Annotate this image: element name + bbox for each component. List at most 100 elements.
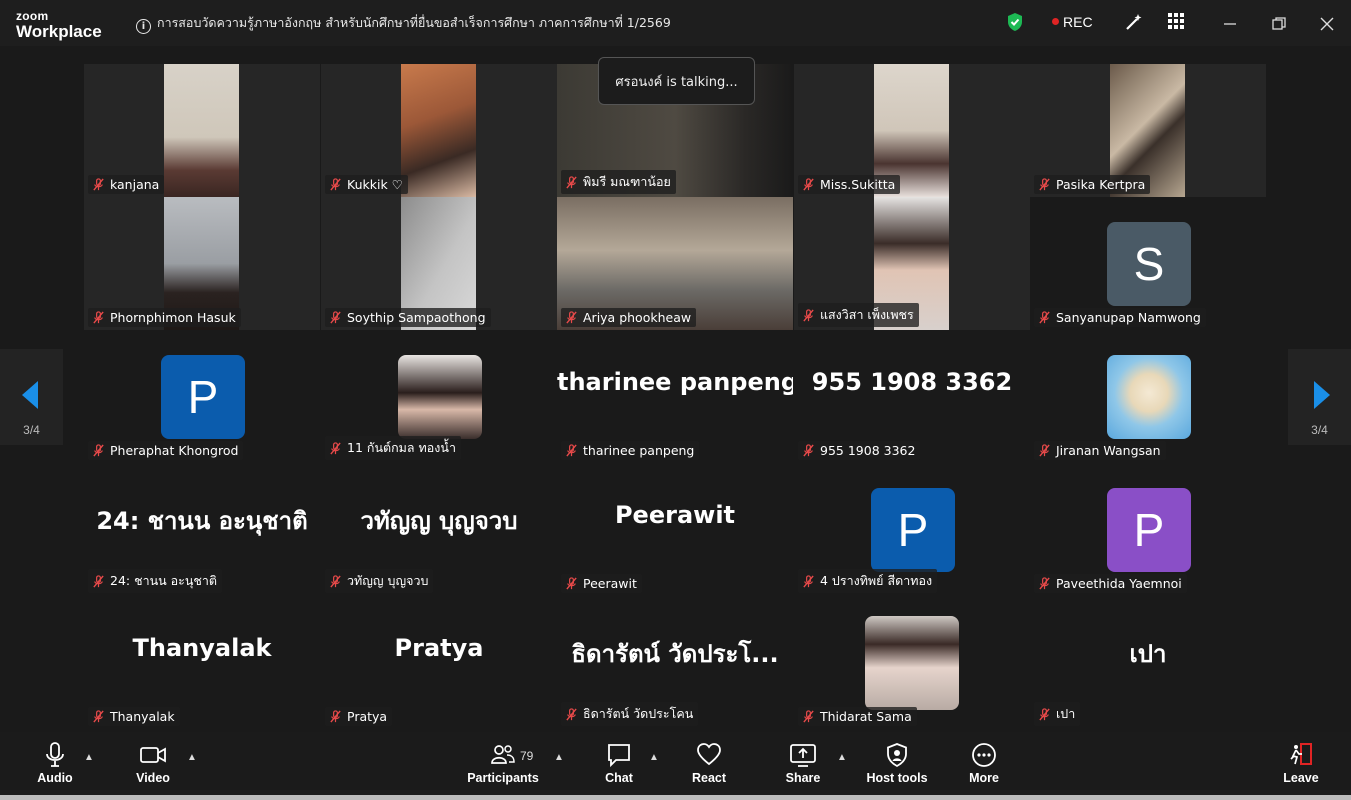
participant-tile[interactable]: Phornphimon Hasuk	[84, 197, 320, 330]
participant-name: 4 ปรางทิพย์ สีดาทอง	[820, 573, 933, 588]
participant-name-tag: Kukkik ♡	[325, 175, 408, 194]
chat-options-caret[interactable]: ▲	[649, 752, 659, 763]
participant-tile[interactable]: Ariya phookheaw	[557, 197, 793, 330]
participant-tile[interactable]: 24: ชานน อะนุชาติ 24: ชานน อะนุชาติ	[84, 463, 320, 596]
participant-tile[interactable]: 11 กันต์กมล ทองน้ำ	[321, 330, 557, 463]
video-button[interactable]: Video	[132, 742, 174, 785]
info-icon[interactable]: i	[136, 19, 151, 34]
page-indicator: 3/4	[23, 423, 40, 437]
participant-tile[interactable]: 955 1908 3362 955 1908 3362	[794, 330, 1030, 463]
participant-tile[interactable]: แสงวิสา เพ็งเพชร	[794, 197, 1030, 330]
mic-muted-icon	[566, 311, 577, 324]
participant-tile[interactable]: P Paveethida Yaemnoi	[1030, 463, 1266, 596]
participant-tile[interactable]: Kukkik ♡	[321, 64, 557, 197]
host-tools-button[interactable]: Host tools	[864, 742, 930, 785]
participant-name: kanjana	[110, 177, 160, 192]
participant-tile[interactable]: Pasika Kertpra	[1030, 64, 1266, 197]
participant-tile[interactable]: P 4 ปรางทิพย์ สีดาทอง	[794, 463, 1030, 596]
participant-name: tharinee panpeng	[583, 443, 695, 458]
mic-muted-icon	[803, 444, 814, 457]
participant-tile[interactable]: S Sanyanupap Namwong	[1030, 197, 1266, 330]
minimize-icon[interactable]	[1222, 16, 1238, 32]
video-options-caret[interactable]: ▲	[187, 752, 197, 763]
participant-video	[164, 64, 239, 197]
participant-tile[interactable]: เปา เปา	[1030, 596, 1266, 729]
participant-tile[interactable]: kanjana	[84, 64, 320, 197]
participant-name: Paveethida Yaemnoi	[1056, 576, 1182, 591]
participant-name-tag: Soythip Sampaothong	[325, 308, 491, 327]
participant-tile[interactable]: Soythip Sampaothong	[321, 197, 557, 330]
participant-name-tag: Jiranan Wangsan	[1034, 441, 1166, 460]
apps-grid-icon[interactable]	[1167, 12, 1185, 30]
magic-wand-icon[interactable]	[1124, 12, 1144, 32]
video-camera-icon	[140, 747, 166, 763]
participant-tile[interactable]: Peerawit Peerawit	[557, 463, 793, 596]
audio-label: Audio	[37, 771, 73, 785]
mic-muted-icon	[330, 710, 341, 723]
participant-name: Kukkik ♡	[347, 177, 403, 192]
participant-name-tag: Pasika Kertpra	[1034, 175, 1151, 194]
window-bottom-edge	[0, 795, 1351, 800]
participant-tile[interactable]: tharinee panpeng tharinee panpeng	[557, 330, 793, 463]
participant-name: 24: ชานน อะนุชาติ	[110, 573, 218, 588]
page-indicator: 3/4	[1311, 423, 1328, 437]
logo-top: zoom	[16, 9, 49, 23]
audio-options-caret[interactable]: ▲	[84, 752, 94, 763]
react-button[interactable]: React	[690, 742, 728, 785]
participant-name: พิมรี มณฑาน้อย	[583, 174, 671, 189]
participant-name-tag: Thanyalak	[88, 707, 180, 726]
more-label: More	[969, 771, 999, 785]
mic-muted-icon	[566, 175, 577, 189]
participant-name: 955 1908 3362	[820, 443, 916, 458]
participant-tile[interactable]: Thanyalak Thanyalak	[84, 596, 320, 729]
mic-muted-icon	[803, 308, 814, 322]
participant-tile[interactable]: Miss.Sukitta	[794, 64, 1030, 197]
share-options-caret[interactable]: ▲	[837, 752, 847, 763]
participant-name-tag: ธิดารัตน์ วัดประโคน	[561, 702, 699, 726]
host-tools-label: Host tools	[866, 771, 928, 785]
participant-name-tag: kanjana	[88, 175, 165, 194]
leave-button[interactable]: Leave	[1282, 742, 1320, 785]
more-button[interactable]: More	[964, 742, 1004, 785]
participants-options-caret[interactable]: ▲	[554, 752, 564, 763]
mic-muted-icon	[1039, 577, 1050, 590]
participant-name: Thidarat Sama	[820, 709, 912, 724]
chat-button[interactable]: Chat	[602, 742, 636, 785]
participants-label: Participants	[467, 771, 539, 785]
shield-icon	[887, 743, 907, 768]
close-icon[interactable]	[1319, 16, 1335, 32]
title-bar: zoom Workplace i การสอบวัดความรู้ภาษาอังก…	[0, 0, 1351, 46]
rec-label: REC	[1063, 14, 1093, 30]
participant-name-tag: 24: ชานน อะนุชาติ	[88, 569, 223, 593]
recording-indicator[interactable]: REC	[1052, 14, 1093, 30]
participant-tile[interactable]: P Pheraphat Khongrod	[84, 330, 320, 463]
share-button[interactable]: Share	[784, 742, 822, 785]
avatar-initial: P	[1133, 504, 1165, 556]
restore-icon[interactable]	[1271, 16, 1287, 32]
participant-name-tag: Phornphimon Hasuk	[88, 308, 241, 327]
participant-tile[interactable]: Thidarat Sama	[794, 596, 1030, 729]
participant-tile[interactable]: Pratya Pratya	[321, 596, 557, 729]
shield-check-icon[interactable]	[1005, 12, 1025, 32]
more-dots-icon	[972, 743, 996, 767]
participants-icon	[491, 745, 515, 764]
microphone-icon	[46, 742, 64, 767]
logo-bottom: Workplace	[16, 22, 102, 41]
prev-page-button[interactable]: 3/4	[0, 349, 63, 445]
participant-name-tag: 11 กันต์กมล ทองน้ำ	[325, 436, 461, 460]
participant-tile[interactable]: ธิดารัตน์ วัดประโ... ธิดารัตน์ วัดประโคน	[557, 596, 793, 729]
mic-muted-icon	[566, 707, 577, 721]
audio-button[interactable]: Audio	[34, 742, 76, 785]
mic-muted-icon	[93, 178, 104, 191]
mic-muted-icon	[566, 577, 577, 590]
chat-label: Chat	[605, 771, 633, 785]
next-page-button[interactable]: 3/4	[1288, 349, 1351, 445]
participant-display-name: ธิดารัตน์ วัดประโ...	[571, 640, 779, 668]
participant-tile[interactable]: วทัญญ บุญจวบ วทัญญ บุญจวบ	[321, 463, 557, 596]
meeting-info[interactable]: i การสอบวัดความรู้ภาษาอังกฤษ สำหรับนักศึก…	[136, 13, 671, 34]
participant-avatar: P	[871, 488, 955, 572]
participant-name: Phornphimon Hasuk	[110, 310, 236, 325]
participant-name-tag: 955 1908 3362	[798, 441, 921, 460]
participant-tile[interactable]: Jiranan Wangsan	[1030, 330, 1266, 463]
arrow-left-icon	[22, 381, 38, 409]
